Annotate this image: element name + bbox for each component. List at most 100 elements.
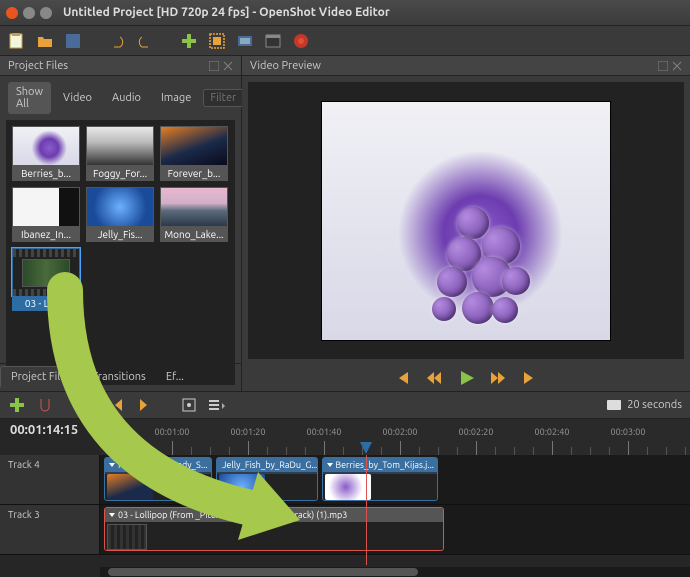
project-files-title: Project Files [8,60,68,72]
new-project-icon[interactable] [8,32,26,50]
project-files-panel: Project Files Show All Video Audio Image… [0,56,242,391]
preview-close-icon[interactable] [672,61,682,71]
tab-audio[interactable]: Audio [104,88,149,108]
tab-show-all[interactable]: Show All [8,82,51,114]
ruler-timestamp: 00:02:40 [535,427,570,437]
clip-menu-icon[interactable] [108,461,116,469]
file-item[interactable]: Jelly_Fis... [86,187,154,242]
preview-frame [321,101,611,341]
file-grid: Berries_b... Foggy_For... Forever_b... Iban… [6,120,235,385]
ruler-timestamp: 00:02:00 [383,427,418,437]
clip-thumbnail [217,474,317,501]
razor-dropdown-icon[interactable] [80,396,98,414]
clip-header: 03 - Lollipop (From _Pitch Perfect 2_ So… [105,508,443,522]
fullscreen-icon[interactable] [264,32,282,50]
track-label[interactable]: Track 3 [0,505,100,554]
main-toolbar [0,26,690,56]
tab-effects[interactable]: Ef... [156,367,194,387]
track-label[interactable]: Track 4 [0,455,100,504]
panel-float-icon[interactable] [209,61,219,71]
left-panel-tabs: Project Files Transitions Ef... [0,363,242,387]
jump-start-icon[interactable] [394,370,410,386]
clip-header: Forever_by_Shady_S... [105,458,211,472]
file-name-label: Foggy_For... [86,166,154,181]
jump-end-icon[interactable] [522,370,538,386]
video-preview-title: Video Preview [250,60,321,72]
add-track-icon[interactable] [8,396,26,414]
file-name-label: Berries_b... [12,166,80,181]
tab-transitions[interactable]: Transitions [82,367,156,387]
fast-forward-icon[interactable] [490,370,506,386]
video-clip[interactable]: Jelly_Fish_by_RaDu_G... [216,457,318,501]
window-minimize-button[interactable] [23,7,35,19]
ruler-timestamp: 00:03:00 [611,427,646,437]
window-maximize-button[interactable] [40,7,52,19]
track-row[interactable]: Track 4 Forever_by_Shady_S... Jelly_Fish_b… [0,455,690,505]
current-time-display: 00:01:14:15 [10,423,78,443]
file-name-label: Mono_Lake... [160,227,228,242]
clip-thumbnail [323,474,437,501]
next-marker-icon[interactable] [136,396,154,414]
file-name-label: Jelly_Fis... [86,227,154,242]
video-clip[interactable]: Forever_by_Shady_S... [104,457,212,501]
clip-menu-icon[interactable] [326,461,333,469]
ruler-timestamp: 00:01:00 [155,427,190,437]
zoom-level[interactable]: 20 seconds [607,399,682,411]
file-item[interactable]: Forever_b... [160,126,228,181]
timeline-scrollbar[interactable] [100,567,690,577]
timeline: 00:01:14:15 00:01:0000:01:2000:01:4000:0… [0,419,690,577]
video-preview-header: Video Preview [242,56,690,76]
audio-thumbnail-icon [12,248,80,296]
clip-menu-icon[interactable] [108,511,116,519]
file-item[interactable]: Ibanez_In... [12,187,80,242]
playhead-icon[interactable] [359,441,373,455]
file-item[interactable]: Foggy_For... [86,126,154,181]
file-item[interactable]: Mono_Lake... [160,187,228,242]
export-video-icon[interactable] [292,32,310,50]
file-name-label: Ibanez_In... [12,227,80,242]
tab-image[interactable]: Image [153,88,199,108]
zoom-slider-icon [607,400,621,410]
choose-profile-icon[interactable] [236,32,254,50]
redo-icon[interactable] [136,32,154,50]
track-row[interactable]: Track 3 03 - Lollipop (From _Pitch Perfec… [0,505,690,555]
window-title: Untitled Project [HD 720p 24 fps] - Open… [63,6,390,19]
timeline-ruler[interactable]: 00:01:0000:01:2000:01:4000:02:0000:02:20… [100,419,690,455]
transport-controls [242,365,690,391]
play-icon[interactable] [458,370,474,386]
timeline-scrollbar-thumb[interactable] [108,568,418,576]
preview-viewport [248,82,684,359]
timeline-settings-dropdown-icon[interactable] [208,396,226,414]
clip-header: Jelly_Fish_by_RaDu_G... [217,458,317,472]
window-titlebar: Untitled Project [HD 720p 24 fps] - Open… [0,0,690,26]
clip-header: Berries_by_Tom_Kijas.j... [323,458,437,472]
open-project-icon[interactable] [36,32,54,50]
clip-thumbnail [105,522,443,551]
preview-float-icon[interactable] [658,61,668,71]
undo-icon[interactable] [108,32,126,50]
center-playhead-icon[interactable] [180,396,198,414]
file-item[interactable]: 03 - Loll... [12,248,80,311]
file-filter-tabs: Show All Video Audio Image [0,76,241,120]
import-files-icon[interactable] [180,32,198,50]
save-project-icon[interactable] [64,32,82,50]
snap-icon[interactable] [36,396,54,414]
ruler-timestamp: 00:02:20 [459,427,494,437]
profiles-icon[interactable] [208,32,226,50]
tab-project-files[interactable]: Project Files [0,366,82,387]
audio-clip[interactable]: 03 - Lollipop (From _Pitch Perfect 2_ So… [104,507,444,551]
video-clip[interactable]: Berries_by_Tom_Kijas.j... [322,457,438,501]
file-item[interactable]: Berries_b... [12,126,80,181]
project-files-header: Project Files [0,56,241,76]
prev-marker-icon[interactable] [108,396,126,414]
tab-video[interactable]: Video [55,88,100,108]
image-thumbnail [12,187,80,227]
ruler-timestamp: 00:01:20 [231,427,266,437]
rewind-icon[interactable] [426,370,442,386]
panel-close-icon[interactable] [223,61,233,71]
clip-thumbnail [105,474,211,501]
zoom-level-label: 20 seconds [627,399,682,411]
window-close-button[interactable] [6,7,18,19]
timeline-toolbar: 20 seconds [0,391,690,419]
timeline-tracks: Track 4 Forever_by_Shady_S... Jelly_Fish_b… [0,455,690,565]
